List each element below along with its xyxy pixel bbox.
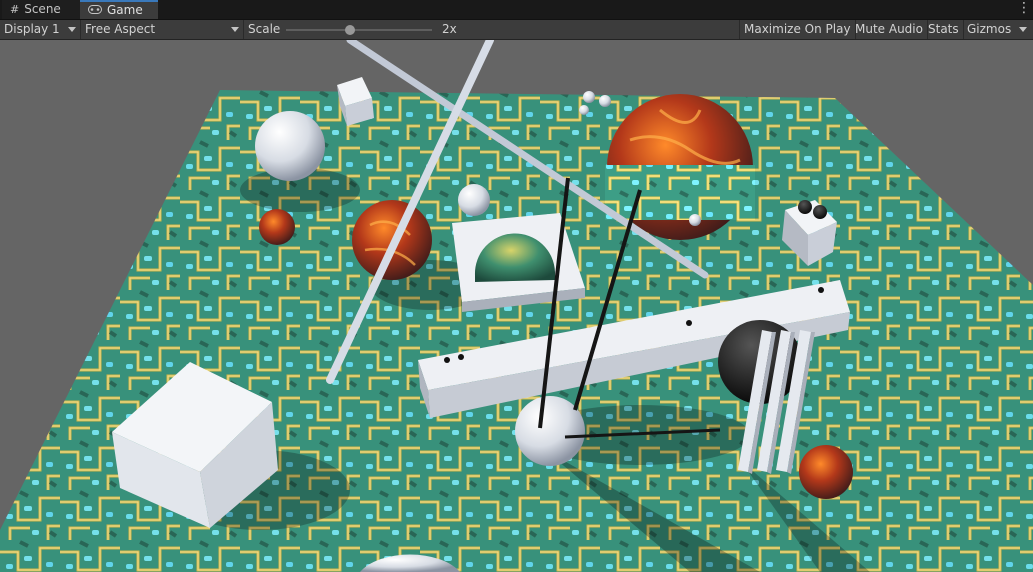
white-sphere: [255, 111, 325, 181]
scale-slider-track[interactable]: [286, 29, 432, 31]
tab-scene-label: Scene: [24, 2, 61, 16]
game-view-toolbar: Display 1 Free Aspect Scale 2x Maximize …: [0, 20, 1033, 40]
more-options-icon[interactable]: ⋮: [1017, 1, 1031, 17]
scale-slider-handle[interactable]: [345, 25, 356, 35]
tab-game[interactable]: Game: [80, 0, 158, 19]
chevron-down-icon: [68, 27, 76, 32]
scale-value: 2x: [442, 22, 457, 36]
game-viewport[interactable]: [0, 40, 1033, 572]
aspect-dropdown-label: Free Aspect: [85, 22, 156, 36]
display-dropdown[interactable]: Display 1: [0, 20, 81, 39]
window-tab-bar: # Scene Game ⋮: [0, 0, 1033, 20]
mute-audio-toggle[interactable]: Mute Audio: [851, 20, 928, 39]
gizmos-dropdown-chevron-icon[interactable]: [1019, 27, 1027, 32]
scale-label: Scale: [248, 22, 281, 36]
chevron-down-icon: [231, 27, 239, 32]
gizmos-toggle[interactable]: Gizmos: [963, 20, 1023, 39]
tab-scene[interactable]: # Scene: [2, 0, 80, 19]
maximize-on-play-toggle[interactable]: Maximize On Play: [739, 20, 856, 39]
tab-game-label: Game: [107, 3, 143, 17]
aspect-dropdown[interactable]: Free Aspect: [81, 20, 244, 39]
stats-toggle[interactable]: Stats: [924, 20, 964, 39]
game-scene-render: [0, 40, 1033, 572]
grid-icon: #: [10, 3, 20, 16]
display-dropdown-label: Display 1: [4, 22, 60, 36]
gamepad-icon: [88, 1, 102, 20]
